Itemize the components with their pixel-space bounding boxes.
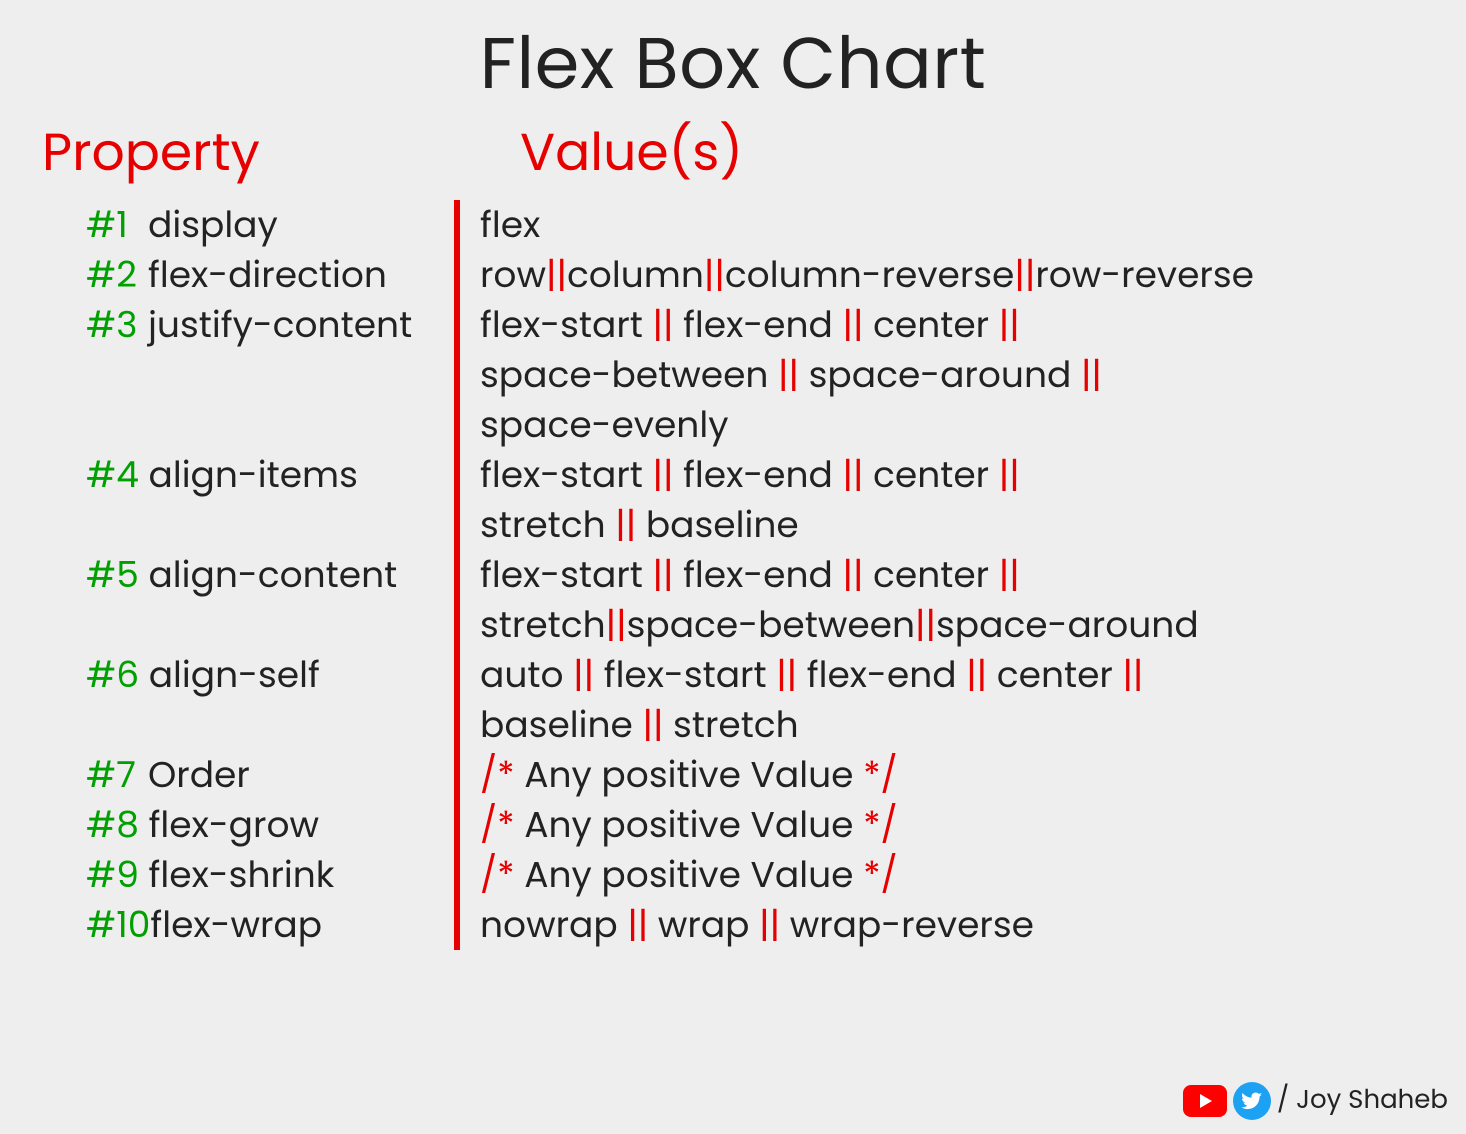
table-row-values-continuation: space-evenly xyxy=(480,400,1426,450)
separator: || xyxy=(1071,349,1102,400)
row-number: #6 xyxy=(86,650,149,700)
table-row-property: #7 Order xyxy=(86,750,454,800)
property-name: display xyxy=(148,200,278,250)
row-number: #9 xyxy=(86,850,149,900)
comment-close: */ xyxy=(863,749,898,800)
credit-text: / Joy Shaheb xyxy=(1277,1081,1448,1120)
table-row-property: #4 align-items xyxy=(86,450,454,500)
table-row-property-continuation xyxy=(86,350,454,400)
table-row-property: #2 flex-direction xyxy=(86,250,454,300)
property-name: flex-shrink xyxy=(149,850,335,900)
row-number: #4 xyxy=(86,450,149,500)
youtube-icon[interactable] xyxy=(1183,1085,1227,1117)
table-row-property-continuation xyxy=(86,600,454,650)
table-row-values: flex xyxy=(480,200,1426,250)
row-number: #5 xyxy=(86,550,148,600)
table-row-property: #9 flex-shrink xyxy=(86,850,454,900)
separator: || xyxy=(643,549,683,600)
row-number: #8 xyxy=(86,800,149,850)
comment-close: */ xyxy=(863,849,898,900)
row-number: #2 xyxy=(86,250,148,300)
separator: || xyxy=(606,599,627,650)
row-number: #1 xyxy=(86,200,148,250)
property-name: Order xyxy=(148,750,250,800)
separator: || xyxy=(767,649,807,700)
table-row-property: #3 justify-content xyxy=(86,300,454,350)
property-name: flex-wrap xyxy=(150,900,322,950)
table-row-values: /* Any positive Value */ xyxy=(480,800,1426,850)
table-row-values-continuation: stretch || baseline xyxy=(480,500,1426,550)
table-row-values: /* Any positive Value */ xyxy=(480,750,1426,800)
table-row-property: #6 align-self xyxy=(86,650,454,700)
table-row-values: auto || flex-start || flex-end || center… xyxy=(480,650,1426,700)
property-name: flex-direction xyxy=(148,250,387,300)
table-row-property: #10flex-wrap xyxy=(86,900,454,950)
comment-open: /* xyxy=(480,799,515,850)
separator: || xyxy=(618,899,658,950)
table-row-values-continuation: stretch||space-between||space-around xyxy=(480,600,1426,650)
table-row-values: flex-start || flex-end || center || xyxy=(480,450,1426,500)
separator: || xyxy=(1113,649,1144,700)
table-row-property-continuation xyxy=(86,400,454,450)
table-row-property-continuation xyxy=(86,500,454,550)
property-name: justify-content xyxy=(148,300,412,350)
separator: || xyxy=(606,499,646,550)
row-number: #10 xyxy=(86,900,150,950)
separator: || xyxy=(833,299,873,350)
column-header-values: Value(s) xyxy=(460,114,1426,192)
separator: || xyxy=(643,449,683,500)
table-row-property: #8 flex-grow xyxy=(86,800,454,850)
separator: || xyxy=(750,899,790,950)
separator: || xyxy=(989,299,1020,350)
credit: / Joy Shaheb xyxy=(1183,1081,1448,1120)
column-header-property: Property xyxy=(40,114,460,192)
table-row-values: row||column||column-reverse||row-reverse xyxy=(480,250,1426,300)
row-number: #7 xyxy=(86,750,148,800)
twitter-icon[interactable] xyxy=(1233,1082,1271,1120)
comment-close: */ xyxy=(863,799,898,850)
separator: || xyxy=(957,649,997,700)
separator: || xyxy=(546,249,567,300)
separator: || xyxy=(989,549,1020,600)
page-title: Flex Box Chart xyxy=(40,10,1426,118)
row-number: #3 xyxy=(86,300,148,350)
separator: || xyxy=(1014,249,1035,300)
comment-open: /* xyxy=(480,749,515,800)
separator: || xyxy=(833,549,873,600)
table-row-values: flex-start || flex-end || center || xyxy=(480,550,1426,600)
separator: || xyxy=(915,599,936,650)
table-row-property: #5 align-content xyxy=(86,550,454,600)
table-row-values: flex-start || flex-end || center || xyxy=(480,300,1426,350)
separator: || xyxy=(768,349,808,400)
table-row-values-continuation: space-between || space-around || xyxy=(480,350,1426,400)
property-name: align-self xyxy=(149,650,320,700)
table-row-values: /* Any positive Value */ xyxy=(480,850,1426,900)
separator: || xyxy=(643,299,683,350)
property-name: flex-grow xyxy=(149,800,319,850)
separator: || xyxy=(989,449,1020,500)
separator: || xyxy=(633,699,673,750)
table-row-property: #1 display xyxy=(86,200,454,250)
table-row-property-continuation xyxy=(86,700,454,750)
property-name: align-content xyxy=(148,550,397,600)
separator: || xyxy=(833,449,873,500)
flexbox-chart-table: #1 display#2 flex-direction#3 justify-co… xyxy=(40,200,1426,950)
table-row-values: nowrap || wrap || wrap-reverse xyxy=(480,900,1426,950)
separator: || xyxy=(564,649,604,700)
table-row-values-continuation: baseline || stretch xyxy=(480,700,1426,750)
property-name: align-items xyxy=(149,450,358,500)
separator: || xyxy=(704,249,725,300)
comment-open: /* xyxy=(480,849,515,900)
